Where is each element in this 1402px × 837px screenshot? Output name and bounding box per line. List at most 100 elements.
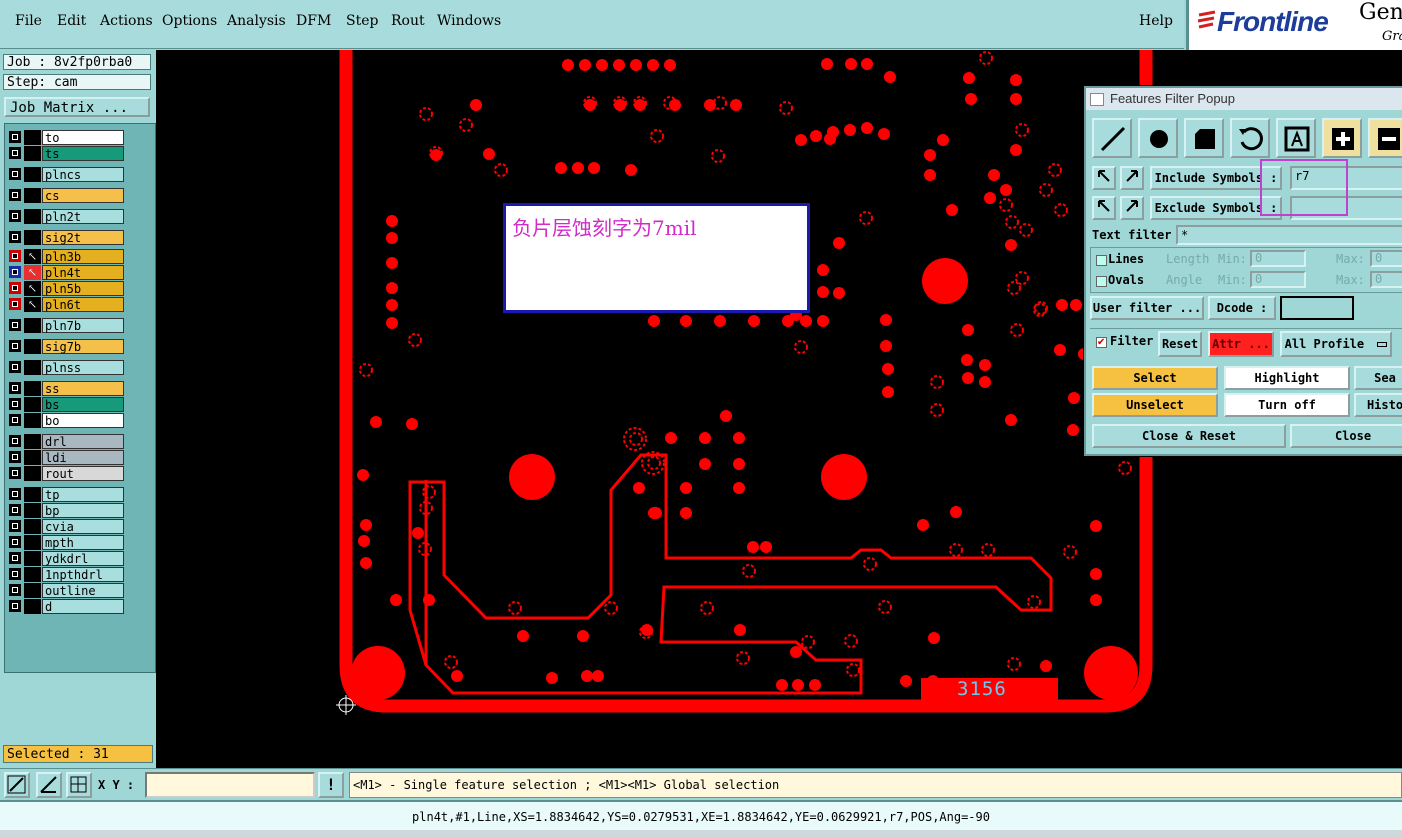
layer-name[interactable]: bp — [42, 503, 124, 518]
layer-checkbox[interactable] — [9, 298, 21, 310]
reset-button[interactable]: Reset — [1158, 331, 1202, 357]
menu-step[interactable]: Step — [346, 13, 378, 29]
text-tool-button[interactable] — [1276, 118, 1316, 158]
layer-checkbox[interactable] — [9, 382, 21, 394]
turn-off-button[interactable]: Turn off — [1224, 393, 1350, 417]
layer-row-sig7b[interactable]: sig7b — [7, 339, 127, 354]
layer-checkbox[interactable] — [9, 536, 21, 548]
grid-icon[interactable] — [66, 772, 92, 798]
close-button[interactable]: Close — [1290, 424, 1402, 448]
layer-row-pln2t[interactable]: pln2t — [7, 209, 127, 224]
layer-row-tp[interactable]: tp — [7, 487, 127, 502]
layer-checkbox[interactable] — [9, 414, 21, 426]
layer-row-drl[interactable]: drl — [7, 434, 127, 449]
menu-dfm[interactable]: DFM — [296, 13, 331, 29]
layer-name[interactable]: pln3b — [42, 249, 124, 264]
menu-rout[interactable]: Rout — [391, 13, 425, 29]
layer-row-1npthdrl[interactable]: 1npthdrl — [7, 567, 127, 582]
layer-row-ldi[interactable]: ldi — [7, 450, 127, 465]
layer-name[interactable]: bo — [42, 413, 124, 428]
layer-name[interactable]: plnss — [42, 360, 124, 375]
layer-row-bo[interactable]: bo — [7, 413, 127, 428]
layer-name[interactable]: ydkdrl — [42, 551, 124, 566]
layer-name[interactable]: ss — [42, 381, 124, 396]
highlight-button[interactable]: Highlight — [1224, 366, 1350, 390]
layer-row-plncs[interactable]: plncs — [7, 167, 127, 182]
select-button[interactable]: Select — [1092, 366, 1218, 390]
layer-checkbox[interactable] — [9, 504, 21, 516]
dcode-button[interactable]: Dcode : — [1208, 296, 1276, 320]
user-filter-button[interactable]: User filter ... — [1090, 296, 1204, 320]
menu-file[interactable]: File — [15, 13, 42, 29]
layer-row-ts[interactable]: ts — [7, 146, 127, 161]
popup-titlebar[interactable]: Features Filter Popup — [1086, 88, 1402, 110]
dcode-input[interactable] — [1280, 296, 1354, 320]
layer-name[interactable]: mpth — [42, 535, 124, 550]
close-reset-button[interactable]: Close & Reset — [1092, 424, 1286, 448]
text-filter-input[interactable]: * — [1176, 225, 1402, 245]
layer-checkbox[interactable] — [9, 210, 21, 222]
line-tool-button[interactable] — [1092, 118, 1132, 158]
attr-button[interactable]: Attr ... — [1208, 331, 1274, 357]
menu-edit[interactable]: Edit — [57, 13, 86, 29]
layer-checkbox[interactable] — [9, 340, 21, 352]
menu-actions[interactable]: Actions — [100, 13, 153, 29]
xy-input[interactable] — [145, 772, 315, 798]
negative-polarity-button[interactable] — [1368, 118, 1402, 158]
layer-row-to[interactable]: to — [7, 130, 127, 145]
layer-name[interactable]: pln4t — [42, 265, 124, 280]
layer-checkbox[interactable] — [9, 131, 21, 143]
layer-row-pln6t[interactable]: ↖ pln6t — [7, 297, 127, 312]
layer-name[interactable]: pln7b — [42, 318, 124, 333]
pad-tool-button[interactable] — [1138, 118, 1178, 158]
layer-row-ydkdrl[interactable]: ydkdrl — [7, 551, 127, 566]
include-pick-button[interactable] — [1092, 166, 1116, 190]
layer-name[interactable]: outline — [42, 583, 124, 598]
layer-row-pln4t[interactable]: ↖ pln4t — [7, 265, 127, 280]
unselect-button[interactable]: Unselect — [1092, 393, 1218, 417]
layer-name[interactable]: ldi — [42, 450, 124, 465]
layer-row-ss[interactable]: ss — [7, 381, 127, 396]
arc-tool-button[interactable] — [1230, 118, 1270, 158]
layer-row-pln5b[interactable]: ↖ pln5b — [7, 281, 127, 296]
angle-max-input[interactable]: 0 — [1370, 271, 1402, 288]
layer-name[interactable]: cvia — [42, 519, 124, 534]
layer-row-plnss[interactable]: plnss — [7, 360, 127, 375]
include-list-button[interactable] — [1120, 166, 1144, 190]
layer-checkbox[interactable] — [9, 600, 21, 612]
profile-dropdown[interactable]: All Profile — [1280, 331, 1392, 357]
layer-checkbox[interactable] — [9, 584, 21, 596]
layer-row-pln7b[interactable]: pln7b — [7, 318, 127, 333]
layer-row-pln3b[interactable]: ↖ pln3b — [7, 249, 127, 264]
positive-polarity-button[interactable] — [1322, 118, 1362, 158]
layer-row-sig2t[interactable]: sig2t — [7, 230, 127, 245]
layer-checkbox[interactable] — [9, 250, 21, 262]
layer-checkbox[interactable] — [9, 361, 21, 373]
job-matrix-button[interactable]: Job Matrix ... — [4, 97, 150, 117]
layer-checkbox[interactable] — [9, 266, 21, 278]
layer-row-bp[interactable]: bp — [7, 503, 127, 518]
menu-options[interactable]: Options — [162, 13, 217, 29]
layer-name[interactable]: tp — [42, 487, 124, 502]
layer-row-outline[interactable]: outline — [7, 583, 127, 598]
exclude-list-button[interactable] — [1120, 196, 1144, 220]
layer-row-bs[interactable]: bs — [7, 397, 127, 412]
layer-name[interactable]: pln5b — [42, 281, 124, 296]
layer-name[interactable]: pln6t — [42, 297, 124, 312]
layer-name[interactable]: drl — [42, 434, 124, 449]
surface-tool-button[interactable] — [1184, 118, 1224, 158]
layer-name[interactable]: rout — [42, 466, 124, 481]
snap-icon[interactable] — [36, 772, 62, 798]
layer-checkbox[interactable] — [9, 398, 21, 410]
layer-name[interactable]: ts — [42, 146, 124, 161]
menu-analysis[interactable]: Analysis — [227, 13, 286, 29]
layer-checkbox[interactable] — [9, 189, 21, 201]
menu-help[interactable]: Help — [1139, 13, 1173, 29]
ovals-checkbox[interactable] — [1096, 276, 1107, 287]
layer-checkbox[interactable] — [9, 282, 21, 294]
layer-checkbox[interactable] — [9, 451, 21, 463]
search-button[interactable]: Sea — [1354, 366, 1402, 390]
layer-checkbox[interactable] — [9, 520, 21, 532]
measure-icon[interactable] — [4, 772, 30, 798]
layer-row-rout[interactable]: rout — [7, 466, 127, 481]
